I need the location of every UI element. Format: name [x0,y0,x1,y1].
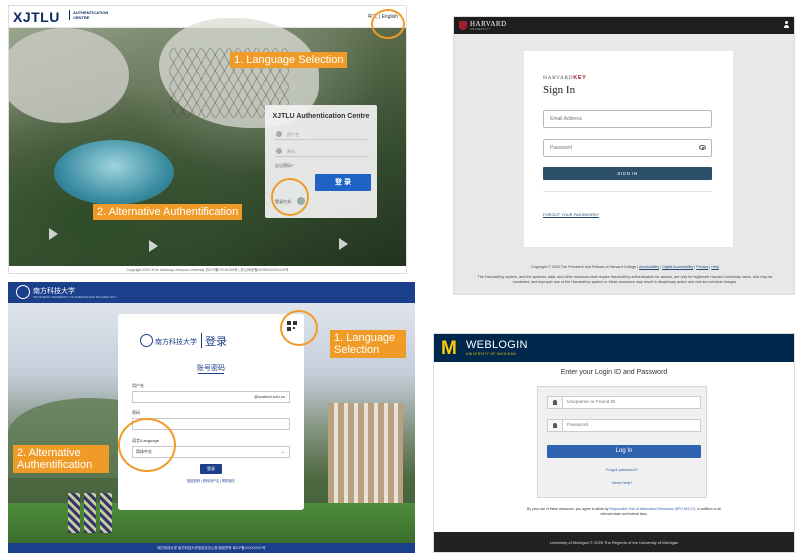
accessibility-link[interactable]: Accessibility [639,265,659,269]
triangle-planter [149,240,158,252]
user-icon[interactable] [784,21,789,29]
building [328,403,403,508]
xjtlu-logo-subtitle: AUTHENTICATION CENTRE [69,10,109,20]
harvardkey-label: HARVARDKEY [543,75,587,81]
password-input[interactable]: Password [547,419,701,432]
signin-title: Sign In [543,84,576,96]
username-placeholder: 用户名 [287,132,299,137]
email-suffix: @sustech.edu.cn [254,394,285,399]
login-heading: Enter your Login ID and Password [560,369,668,376]
login-button[interactable]: 登录 [200,464,222,474]
help-link[interactable]: Help [711,265,719,269]
sculpture [84,493,96,533]
harvard-top-bar: HARVARD UNIVERSITY [454,17,794,34]
responsible-use-link[interactable]: Responsible Use of Information Resources… [609,507,695,511]
password-placeholder: Password [550,145,572,151]
password-label: 密码 [132,410,140,415]
annotation-language: 1. Language Selection [330,330,406,359]
sustech-card-logo-icon [140,334,153,347]
login-box: Uniqname or Friend ID Password Log In Fo… [537,386,707,498]
forgot-password-link[interactable]: FORGOT YOUR PASSWORD? [543,212,599,217]
email-input[interactable]: Email Address [543,110,712,128]
harvard-login-screenshot: HARVARD UNIVERSITY HARVARDKEY Sign In Em… [453,16,795,295]
sustech-header-subtitle: SOUTHERN UNIVERSITY OF SCIENCE AND TECHN… [33,295,117,299]
sustech-emblem-icon [16,285,30,299]
sustech-card-title: 登录 [205,336,227,348]
harvard-copyright: Copyright © 2025 The President and Fello… [531,265,719,269]
tab-account-password[interactable]: 账号密码 [118,363,304,373]
xjtlu-footer: Copyright 2020 Xi'an Jiaotong-Liverpool … [9,266,406,273]
forgot-password-link[interactable]: 忘记密码? [275,163,293,169]
xjtlu-logo: XJTLU [13,9,60,25]
harvard-legal-notice: The HarvardKey system, and the systems, … [477,275,773,284]
glass-dome [54,140,174,205]
signin-button[interactable]: SIGN IN [543,167,712,180]
password-input[interactable]: 密码 [275,146,369,157]
sculpture [68,493,80,533]
annotation-language: 1. Language Selection [230,52,348,69]
language-highlight-circle [280,310,318,346]
xjtlu-login-screenshot: XJTLU AUTHENTICATION CENTRE 中文 | English… [8,5,407,274]
help-links[interactable]: 找回密码 | 修改用户名 | 帮助指引 [118,478,304,483]
title-divider [201,333,202,348]
terms-notice: By your use of these resources, you agre… [527,507,721,516]
login-button[interactable]: Log In [547,445,701,458]
email-placeholder: Email Address [550,116,582,122]
digital-accessibility-link[interactable]: Digital Accessibility [662,265,693,269]
username-input[interactable]: @sustech.edu.cn [132,391,290,403]
need-help-link[interactable]: Need help? [538,480,706,485]
michigan-footer: University of Michigan © 2025 The Regent… [434,532,794,552]
username-label: 用户名 [132,383,144,388]
username-input[interactable]: 用户名 [275,129,369,140]
lock-icon [548,420,563,431]
sustech-login-card: 南方科技大学 登录 账号密码 用户名 @sustech.edu.cn 密码 语言… [118,314,304,510]
password-placeholder: Password [567,423,589,428]
alt-auth-highlight-circle [271,178,309,216]
harvard-shield-icon [459,21,467,30]
show-password-eye-icon[interactable] [699,145,706,150]
user-icon [276,131,282,137]
michigan-top-bar: M WEBLOGIN UNIVERSITY OF MICHIGAN [434,334,794,362]
divider [543,191,712,192]
harvard-brand-subtitle: UNIVERSITY [470,28,492,31]
lock-icon [276,148,282,154]
harvard-brand: HARVARD [470,20,507,28]
weblogin-subtitle: UNIVERSITY OF MICHIGAN [466,352,517,356]
harvard-signin-card: HARVARDKEY Sign In Email Address Passwor… [524,51,733,247]
weblogin-title: WEBLOGIN [466,339,528,351]
sustech-footer: 南方科技大学 南方科技大学信息化办公室 版权所有 粤ICP备XXXXXXXX号 [8,543,415,553]
password-placeholder: 密码 [287,149,295,154]
sustech-login-screenshot: 南方科技大学 SOUTHERN UNIVERSITY OF SCIENCE AN… [8,282,415,553]
annotation-alt-auth: 2. Alternative Authentification [13,445,109,474]
annotation-alt-auth: 2. Alternative Authentification [93,204,243,221]
block-m-logo: M [441,338,457,359]
roof-shape [9,28,129,123]
uniqname-input[interactable]: Uniqname or Friend ID [547,396,701,409]
sculpture [100,493,112,533]
chevron-down-icon: ⌄ [280,449,285,455]
xjtlu-card-title: XJTLU Authentication Centre [272,113,370,120]
privacy-link[interactable]: Privacy [696,265,708,269]
alt-auth-highlight-circle [118,418,176,472]
sustech-top-bar: 南方科技大学 SOUTHERN UNIVERSITY OF SCIENCE AN… [8,282,415,303]
user-icon [548,397,563,408]
triangle-planter [339,238,348,250]
tab-underline [198,373,224,374]
login-button[interactable]: 登 录 [315,174,371,191]
password-input[interactable]: Password [543,139,712,157]
uniqname-placeholder: Uniqname or Friend ID [567,400,616,405]
triangle-planter [49,228,58,240]
sustech-card-name: 南方科技大学 [155,338,197,346]
language-highlight-circle [371,9,405,39]
forgot-password-link[interactable]: Forgot password? [538,467,706,472]
michigan-login-screenshot: M WEBLOGIN UNIVERSITY OF MICHIGAN Enter … [433,333,795,553]
